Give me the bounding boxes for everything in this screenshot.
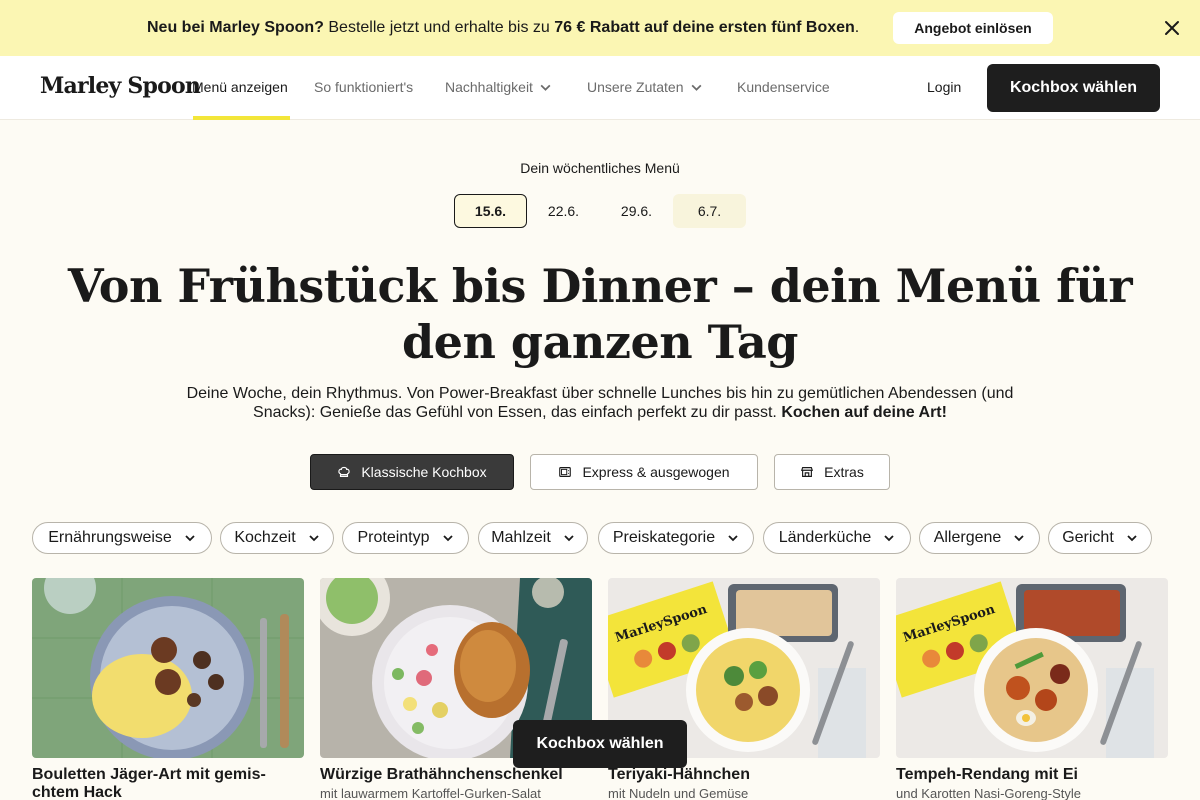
chevron-down-icon xyxy=(728,535,738,542)
filter-dish-label: Gericht xyxy=(1062,529,1114,546)
filter-diet[interactable]: Ernährungsweise xyxy=(32,522,212,554)
nav-customer-service-link[interactable]: Kundenservice xyxy=(737,79,830,95)
chef-hat-icon xyxy=(338,466,350,477)
nav-customer-service-label: Kundenservice xyxy=(737,79,830,95)
choose-box-button[interactable]: Kochbox wählen xyxy=(987,64,1160,112)
filter-protein[interactable]: Proteintyp xyxy=(342,522,469,554)
promo-banner: Neu bei Marley Spoon? Bestelle jetzt und… xyxy=(0,0,1200,56)
filter-protein-label: Proteintyp xyxy=(357,529,430,546)
nav-ingredients-label: Unsere Zutaten xyxy=(587,79,684,95)
filter-allergens[interactable]: Allergene xyxy=(919,522,1040,554)
intro-bold: Kochen auf deine Art! xyxy=(781,404,947,421)
promo-end: . xyxy=(854,19,860,36)
recipe-subtitle: mit Nudeln und Gemüse xyxy=(608,786,749,800)
filter-cuisine-label: Länderküche xyxy=(778,529,872,546)
nav-how-it-works-label: So funktioniert's xyxy=(314,79,414,95)
week-selector-label: Dein wöchentliches Menü xyxy=(520,160,680,176)
box-type-extras[interactable]: Extras xyxy=(774,454,890,490)
filter-diet-label: Ernährungsweise xyxy=(48,529,172,546)
logo[interactable]: Marley Spoon xyxy=(40,73,201,99)
promo-text: Neu bei Marley Spoon? Bestelle jetzt und… xyxy=(147,19,859,37)
filter-dish[interactable]: Gericht xyxy=(1048,522,1152,554)
box-type-extras-label: Extras xyxy=(824,464,864,480)
week-tab[interactable]: 22.6. xyxy=(527,194,600,228)
recipe-card[interactable]: Bouletten Jäger-Art mit gemis-chtem Hack xyxy=(32,578,304,800)
recipe-title[interactable]: Teriyaki-Hähnchen xyxy=(608,766,880,784)
chevron-down-icon xyxy=(1127,535,1137,542)
promo-body: Bestelle jetzt und erhalte bis zu xyxy=(323,19,555,36)
filter-meal[interactable]: Mahlzeit xyxy=(478,522,588,554)
box-type-express-label: Express & ausgewogen xyxy=(582,464,730,480)
nav-how-it-works-link[interactable]: So funktioniert's xyxy=(314,79,413,95)
chevron-down-icon xyxy=(884,535,894,542)
filter-cooking-time[interactable]: Kochzeit xyxy=(220,522,334,554)
nav-ingredients-link[interactable]: Unsere Zutaten xyxy=(587,79,703,95)
floating-choose-box-button[interactable]: Kochbox wählen xyxy=(513,720,687,768)
chevron-down-icon xyxy=(564,535,574,542)
promo-bold-lead: Neu bei Marley Spoon? xyxy=(147,19,324,36)
recipe-card[interactable]: MarleySpoon Tempeh-Rendang mit Ei und Ka… xyxy=(896,578,1168,800)
filter-allergens-label: Allergene xyxy=(933,529,1002,546)
page-intro: Deine Woche, dein Rhythmus. Von Power-Br… xyxy=(170,384,1030,422)
week-tab[interactable]: 15.6. xyxy=(454,194,527,228)
box-type-express[interactable]: Express & ausgewogen xyxy=(530,454,758,490)
recipe-image: MarleySpoon xyxy=(896,578,1168,758)
filter-price-label: Preiskategorie xyxy=(612,529,716,546)
recipe-image xyxy=(32,578,304,758)
box-type-classic-label: Klassische Kochbox xyxy=(361,464,487,480)
filter-price[interactable]: Preiskategorie xyxy=(598,522,754,554)
nav-sustainability-link[interactable]: Nachhaltigkeit xyxy=(445,79,552,95)
nav-menu-link[interactable]: Menü anzeigen xyxy=(192,79,288,95)
active-nav-indicator xyxy=(193,116,290,120)
week-tab[interactable]: 6.7. xyxy=(673,194,746,228)
store-icon xyxy=(801,467,814,477)
recipe-title[interactable]: Tempeh-Rendang mit Ei xyxy=(896,766,1168,784)
chevron-down-icon xyxy=(442,535,453,542)
filter-cuisine[interactable]: Länderküche xyxy=(763,522,911,554)
recipe-subtitle: und Karotten Nasi-Goreng-Style xyxy=(896,786,1081,800)
page-title: Von Frühstück bis Dinner – dein Menü für… xyxy=(67,259,1133,369)
promo-offer: 76 € Rabatt auf deine ersten fünf Boxen xyxy=(554,19,855,36)
recipe-title[interactable]: Würzige Brathähnchenschenkel xyxy=(320,766,592,784)
redeem-offer-button[interactable]: Angebot einlösen xyxy=(893,12,1053,44)
filter-cooking-time-label: Kochzeit xyxy=(234,529,296,546)
week-tab[interactable]: 29.6. xyxy=(600,194,673,228)
recipe-subtitle: mit lauwarmem Kartoffel-Gurken-Salat xyxy=(320,786,541,800)
login-link[interactable]: Login xyxy=(927,79,961,95)
nav-menu-label: Menü anzeigen xyxy=(192,79,288,95)
recipe-title[interactable]: Bouletten Jäger-Art mit gemis-chtem Hack xyxy=(32,766,304,800)
chevron-down-icon xyxy=(540,84,551,91)
chevron-down-icon xyxy=(309,535,319,542)
main-nav: Marley Spoon Menü anzeigen So funktionie… xyxy=(0,56,1200,120)
chevron-down-icon xyxy=(185,535,195,542)
box-type-classic[interactable]: Klassische Kochbox xyxy=(310,454,514,490)
close-icon[interactable] xyxy=(1160,16,1184,40)
chevron-down-icon xyxy=(1014,535,1024,542)
chevron-down-icon xyxy=(691,84,701,91)
filter-meal-label: Mahlzeit xyxy=(491,529,551,546)
nav-sustainability-label: Nachhaltigkeit xyxy=(445,79,533,95)
microwave-icon xyxy=(559,467,572,477)
